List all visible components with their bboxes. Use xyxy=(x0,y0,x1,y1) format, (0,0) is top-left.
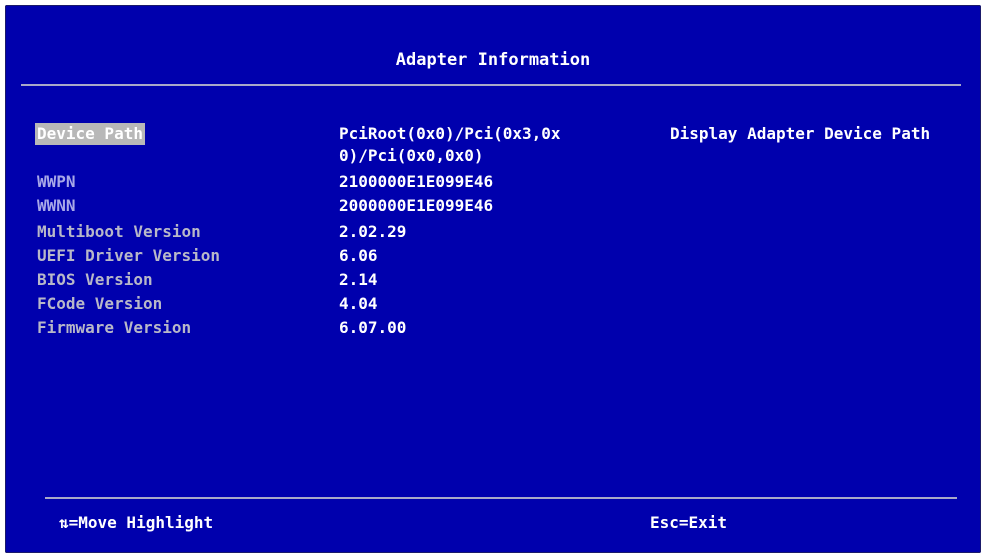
exit-hint: Esc=Exit xyxy=(650,513,728,532)
footer-divider xyxy=(45,497,957,499)
bios-screen: Adapter Information Device Path PciRoot(… xyxy=(5,5,981,553)
uefi-driver-version-label[interactable]: UEFI Driver Version xyxy=(35,245,222,267)
multiboot-version-label[interactable]: Multiboot Version xyxy=(35,221,203,243)
bios-version-value: 2.14 xyxy=(339,270,378,289)
page-title: Adapter Information xyxy=(395,50,591,70)
device-path-label[interactable]: Device Path xyxy=(35,123,145,145)
title-divider xyxy=(21,84,961,86)
firmware-version-value: 6.07.00 xyxy=(339,318,407,337)
wwnn-value: 2000000E1E099E46 xyxy=(339,196,494,215)
bios-version-label[interactable]: BIOS Version xyxy=(35,269,155,291)
uefi-driver-version-value: 6.06 xyxy=(339,246,378,265)
device-path-value-line1: PciRoot(0x0)/Pci(0x3,0x xyxy=(339,124,561,143)
multiboot-version-value: 2.02.29 xyxy=(339,222,407,241)
wwpn-value: 2100000E1E099E46 xyxy=(339,172,494,191)
fcode-version-label[interactable]: FCode Version xyxy=(35,293,164,315)
wwpn-label[interactable]: WWPN xyxy=(35,171,78,193)
device-path-value-line2: 0)/Pci(0x0,0x0) xyxy=(339,146,484,165)
wwnn-label[interactable]: WWNN xyxy=(35,195,78,217)
fcode-version-value: 4.04 xyxy=(339,294,378,313)
help-text: Display Adapter Device Path xyxy=(670,124,931,143)
firmware-version-label[interactable]: Firmware Version xyxy=(35,317,193,339)
move-highlight-hint: ⇅=Move Highlight xyxy=(59,513,214,532)
